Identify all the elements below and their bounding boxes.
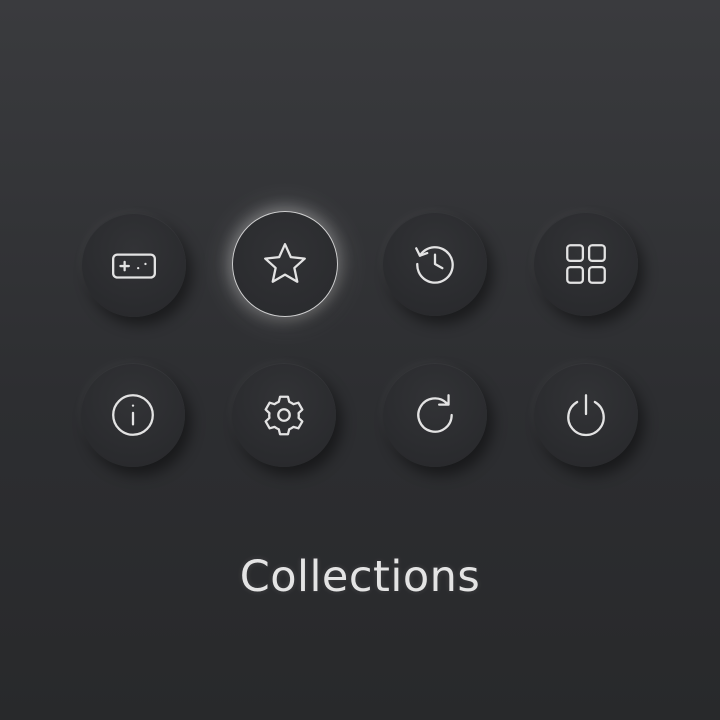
grid-icon xyxy=(566,244,606,284)
menu-grid xyxy=(80,211,640,469)
info-icon xyxy=(112,394,154,436)
star-icon xyxy=(264,243,306,283)
refresh-icon xyxy=(417,394,453,433)
power-icon xyxy=(567,394,605,437)
selected-item-label: Collections xyxy=(239,552,481,602)
gamepad-button[interactable] xyxy=(82,213,186,317)
gear-icon xyxy=(264,395,304,436)
settings-button[interactable] xyxy=(232,363,336,467)
all-apps-button[interactable] xyxy=(534,212,638,316)
info-button[interactable] xyxy=(81,363,185,467)
history-icon xyxy=(415,246,454,284)
favorites-button[interactable] xyxy=(232,211,338,317)
history-button[interactable] xyxy=(383,212,487,316)
power-button[interactable] xyxy=(534,363,638,467)
refresh-button[interactable] xyxy=(383,363,487,467)
gamepad-icon xyxy=(112,253,156,279)
